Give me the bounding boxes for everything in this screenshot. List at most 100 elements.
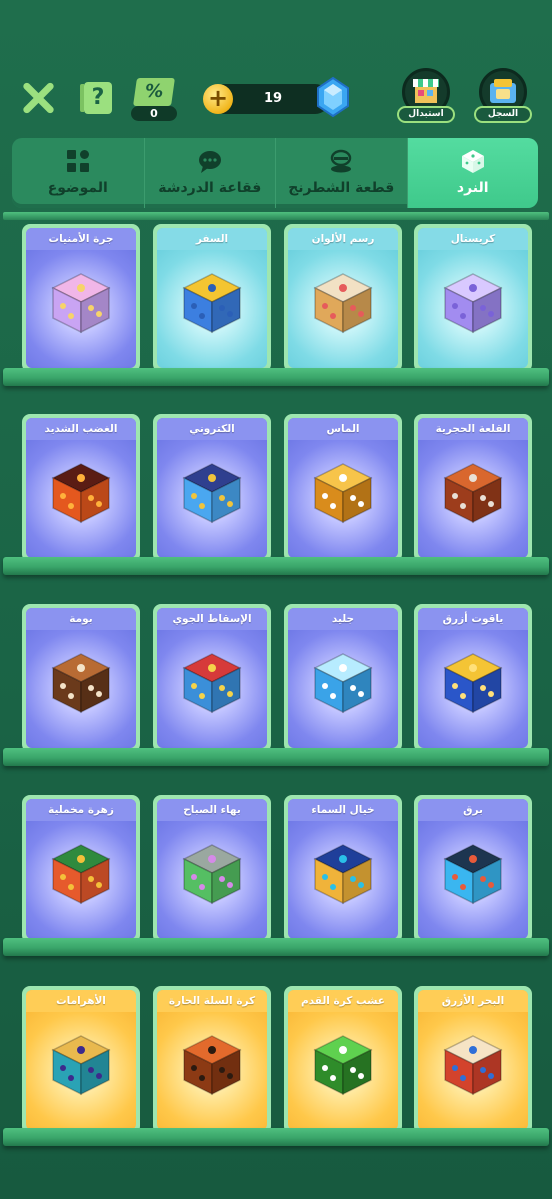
airdrop-dice-icon: [182, 653, 242, 714]
dice-card[interactable]: جرة الأمنيات: [22, 224, 140, 372]
add-coins-plus-icon[interactable]: +: [203, 84, 233, 114]
dice-card-title: جليد: [288, 608, 398, 630]
tab-theme[interactable]: الموضوع: [12, 138, 144, 208]
dice-icon: [461, 150, 484, 173]
shelf-plank: [3, 1128, 549, 1146]
dice-card-body: كريستال: [418, 228, 528, 368]
dice-card[interactable]: كرة السلة الحارة: [153, 986, 271, 1134]
ice-dice-icon: [313, 653, 373, 714]
blue-sea-dice-icon: [443, 1035, 503, 1096]
exchange-label: استبدال: [397, 106, 455, 123]
dice-card-body: ياقوت أزرق: [418, 608, 528, 748]
dice-card-title: كريستال: [418, 228, 528, 250]
dice-card-title: زهرة مخملية: [26, 799, 136, 821]
tab-label: فقاعة الدردشة: [158, 180, 262, 196]
dice-card[interactable]: خيال السماء: [284, 795, 402, 943]
pyramids-dice-icon: [51, 1035, 111, 1096]
wish-jar-dice-icon: [51, 273, 111, 334]
shelf-plank: [3, 557, 549, 575]
category-tabs: الموضوع فقاعة الدردشة قطعة الشطرنج النرد: [12, 138, 538, 208]
dice-card-body: الأهرامات: [26, 990, 136, 1130]
football-grass-dice-icon: [313, 1035, 373, 1096]
dice-card-body: البحر الأزرق: [418, 990, 528, 1130]
dice-card[interactable]: السفر: [153, 224, 271, 372]
dice-card-body: الماس: [288, 418, 398, 558]
dice-card-title: السفر: [157, 228, 267, 250]
travel-dice-icon: [182, 273, 242, 334]
dice-card[interactable]: الماس: [284, 414, 402, 562]
dice-card-title: الغضب الشديد: [26, 418, 136, 440]
tab-chess-piece[interactable]: قطعة الشطرنج: [275, 138, 407, 208]
dice-card-body: بومة: [26, 608, 136, 748]
dice-card[interactable]: بهاء الصباح: [153, 795, 271, 943]
hot-basketball-dice-icon: [182, 1035, 242, 1096]
top-bar: ? % 0 + 19 استبدال السجل: [0, 0, 552, 135]
dice-card-title: الكتروني: [157, 418, 267, 440]
shelf-top-divider: [3, 212, 549, 220]
dice-card-body: زهرة مخملية: [26, 799, 136, 939]
owl-dice-icon: [51, 653, 111, 714]
dice-card-body: برق: [418, 799, 528, 939]
shelf-plank: [3, 368, 549, 386]
tab-label: النرد: [456, 180, 489, 196]
fury-dice-icon: [51, 463, 111, 524]
tab-label: الموضوع: [47, 180, 108, 196]
history-label: السجل: [474, 106, 532, 123]
help-icon[interactable]: ?: [80, 82, 112, 114]
dice-card-title: البحر الأزرق: [418, 990, 528, 1012]
dice-card-title: بهاء الصباح: [157, 799, 267, 821]
exchange-shop-button[interactable]: استبدال: [397, 68, 455, 124]
dice-card-body: القلعة الحجرية: [418, 418, 528, 558]
shelf-plank: [3, 938, 549, 956]
dice-card[interactable]: ياقوت أزرق: [414, 604, 532, 752]
dice-card-title: خيال السماء: [288, 799, 398, 821]
tab-chat-bubble[interactable]: فقاعة الدردشة: [143, 138, 276, 208]
color-painting-dice-icon: [313, 273, 373, 334]
dice-card[interactable]: الكتروني: [153, 414, 271, 562]
dice-card-body: عشب كرة القدم: [288, 990, 398, 1130]
chat-bubble-icon: [198, 151, 221, 173]
dice-card-body: جرة الأمنيات: [26, 228, 136, 368]
dice-card-body: كرة السلة الحارة: [157, 990, 267, 1130]
dice-card-body: رسم الألوان: [288, 228, 398, 368]
blue-gem-icon: [317, 76, 349, 118]
tab-label: قطعة الشطرنج: [288, 180, 395, 196]
dice-card-title: بومة: [26, 608, 136, 630]
dice-card[interactable]: القلعة الحجرية: [414, 414, 532, 562]
dice-card-title: برق: [418, 799, 528, 821]
morning-glory-dice-icon: [182, 844, 242, 905]
crystal-dice-icon: [443, 273, 503, 334]
dice-card-title: عشب كرة القدم: [288, 990, 398, 1012]
dice-card[interactable]: كريستال: [414, 224, 532, 372]
chess-piece-icon: [331, 149, 352, 173]
dice-card-body: جليد: [288, 608, 398, 748]
tab-dice[interactable]: النرد: [406, 138, 538, 208]
grid-icon: [66, 150, 89, 172]
stone-castle-dice-icon: [443, 463, 503, 524]
dice-card[interactable]: عشب كرة القدم: [284, 986, 402, 1134]
history-button[interactable]: السجل: [474, 68, 532, 124]
dice-card[interactable]: الإسقاط الجوي: [153, 604, 271, 752]
dice-card[interactable]: جليد: [284, 604, 402, 752]
dice-card-body: بهاء الصباح: [157, 799, 267, 939]
dice-card-title: جرة الأمنيات: [26, 228, 136, 250]
dice-card[interactable]: الأهرامات: [22, 986, 140, 1134]
diamond-dice-icon: [313, 463, 373, 524]
dice-card[interactable]: رسم الألوان: [284, 224, 402, 372]
discount-button[interactable]: % 0: [131, 76, 177, 122]
percent-icon: %: [133, 78, 175, 106]
shelf-plank: [3, 748, 549, 766]
close-icon[interactable]: [20, 80, 56, 116]
dice-card[interactable]: زهرة مخملية: [22, 795, 140, 943]
dice-card[interactable]: برق: [414, 795, 532, 943]
sky-fantasy-dice-icon: [313, 844, 373, 905]
dice-card[interactable]: الغضب الشديد: [22, 414, 140, 562]
discount-count: 0: [131, 106, 177, 121]
dice-card-body: الغضب الشديد: [26, 418, 136, 558]
dice-card-title: رسم الألوان: [288, 228, 398, 250]
dice-card[interactable]: بومة: [22, 604, 140, 752]
dice-card-body: الإسقاط الجوي: [157, 608, 267, 748]
dice-card-title: الماس: [288, 418, 398, 440]
electronic-dice-icon: [182, 463, 242, 524]
dice-card[interactable]: البحر الأزرق: [414, 986, 532, 1134]
